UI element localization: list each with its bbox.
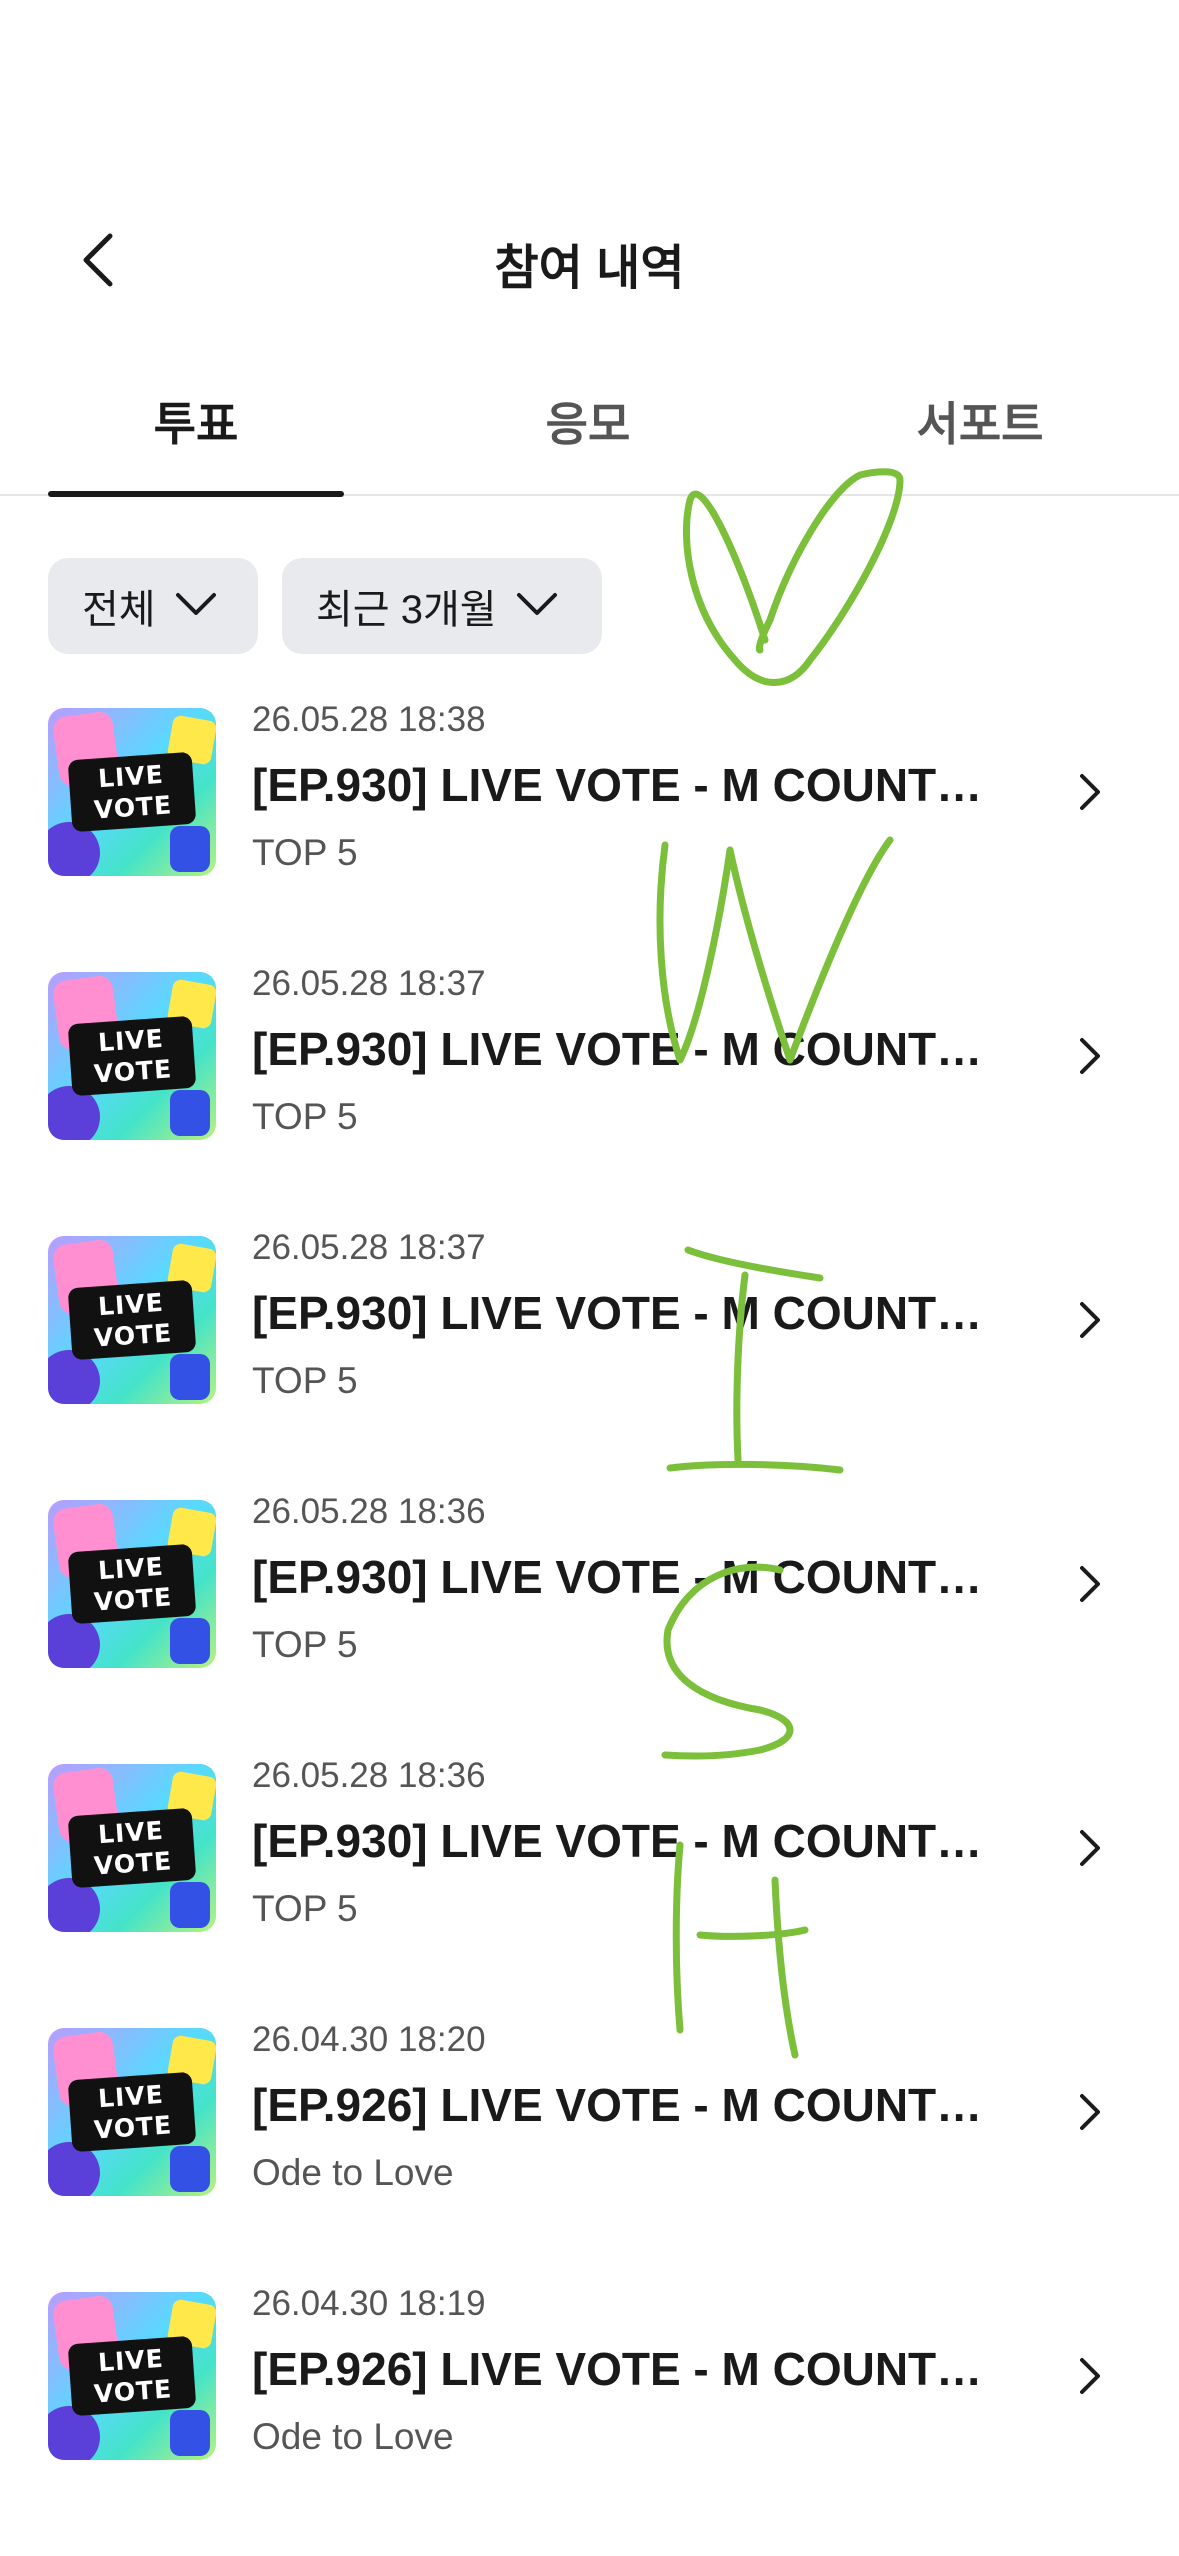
live-vote-thumbnail: LIVE VOTE [48,2028,216,2196]
filter-period-dropdown[interactable]: 최근 3개월 [282,558,602,654]
thumbnail-decoration [170,2410,210,2456]
item-title: [EP.930] LIVE VOTE - M COUNTDOWN [252,1551,1012,1603]
item-title: [EP.930] LIVE VOTE - M COUNTDOWN [252,1023,1012,1075]
item-date: 26.05.28 18:36 [252,1756,486,1795]
item-date: 26.04.30 18:20 [252,2020,486,2059]
filter-period-label: 최근 3개월 [316,588,497,632]
filter-all-label: 전체 [82,588,156,632]
live-vote-badge: LIVE VOTE [67,2335,197,2417]
list-item[interactable]: LIVE VOTE 26.05.28 18:37 [EP.930] LIVE V… [0,964,1179,1204]
tab-vote[interactable]: 투표 [48,388,344,454]
item-subtitle: TOP 5 [252,1888,358,1929]
badge-line-1: LIVE [97,2079,165,2114]
badge-line-1: LIVE [97,1287,165,1322]
chevron-right-icon [1070,768,1110,816]
badge-line-2: VOTE [93,790,174,825]
badge-line-1: LIVE [97,2343,165,2378]
thumbnail-decoration [170,1618,210,1664]
item-subtitle: TOP 5 [252,1360,358,1401]
item-date: 26.05.28 18:37 [252,1228,486,1267]
badge-line-1: LIVE [97,1023,165,1058]
chevron-right-icon [1070,2352,1110,2400]
badge-line-1: LIVE [97,1551,165,1586]
chevron-right-icon [1070,2088,1110,2136]
badge-line-2: VOTE [93,1582,174,1617]
tab-support[interactable]: 서포트 [830,388,1130,454]
live-vote-badge: LIVE VOTE [67,1543,197,1625]
badge-line-2: VOTE [93,2110,174,2145]
live-vote-badge: LIVE VOTE [67,751,197,833]
chevron-right-icon [1070,1296,1110,1344]
badge-line-1: LIVE [97,759,165,794]
thumbnail-decoration [170,826,210,872]
live-vote-badge: LIVE VOTE [67,2071,197,2153]
live-vote-thumbnail: LIVE VOTE [48,1500,216,1668]
item-title: [EP.930] LIVE VOTE - M COUNTDOWN [252,1287,1012,1339]
list-item[interactable]: LIVE VOTE 26.05.28 18:36 [EP.930] LIVE V… [0,1756,1179,1996]
item-subtitle: Ode to Love [252,2152,454,2193]
live-vote-badge: LIVE VOTE [67,1015,197,1097]
live-vote-thumbnail: LIVE VOTE [48,708,216,876]
item-title: [EP.930] LIVE VOTE - M COUNTDOWN [252,759,1012,811]
tab-entry[interactable]: 응모 [440,388,736,454]
thumbnail-decoration [170,1882,210,1928]
chevron-down-icon [174,584,218,629]
live-vote-thumbnail: LIVE VOTE [48,1764,216,1932]
live-vote-badge: LIVE VOTE [67,1807,197,1889]
item-subtitle: TOP 5 [252,1624,358,1665]
item-date: 26.04.30 18:19 [252,2284,486,2323]
list-item[interactable]: LIVE VOTE 26.05.28 18:37 [EP.930] LIVE V… [0,1228,1179,1468]
item-date: 26.05.28 18:38 [252,700,486,739]
item-subtitle: TOP 5 [252,1096,358,1137]
item-subtitle: Ode to Love [252,2416,454,2457]
list-item[interactable]: LIVE VOTE 26.04.30 18:19 [EP.926] LIVE V… [0,2284,1179,2524]
chevron-right-icon [1070,1560,1110,1608]
list-item[interactable]: LIVE VOTE 26.05.28 18:36 [EP.930] LIVE V… [0,1492,1179,1732]
live-vote-thumbnail: LIVE VOTE [48,2292,216,2460]
badge-line-2: VOTE [93,1054,174,1089]
badge-line-2: VOTE [93,2374,174,2409]
live-vote-badge: LIVE VOTE [67,1279,197,1361]
list-item[interactable]: LIVE VOTE 26.04.30 18:20 [EP.926] LIVE V… [0,2020,1179,2260]
thumbnail-decoration [170,1354,210,1400]
tab-bar: 투표 응모 서포트 [0,360,1179,497]
thumbnail-decoration [170,2146,210,2192]
live-vote-thumbnail: LIVE VOTE [48,1236,216,1404]
chevron-right-icon [1070,1032,1110,1080]
page-title: 참여 내역 [494,242,685,295]
header: 참여 내역 [0,200,1179,320]
item-title: [EP.926] LIVE VOTE - M COUNTDOWN [252,2343,1012,2395]
item-title: [EP.930] LIVE VOTE - M COUNTDOWN [252,1815,1012,1867]
item-date: 26.05.28 18:36 [252,1492,486,1531]
active-tab-indicator [48,491,344,497]
chevron-right-icon [1070,1824,1110,1872]
participation-history-screen: 참여 내역 투표 응모 서포트 전체 최근 3개월 LIVE VOTE 26.0… [0,0,1179,2556]
item-title: [EP.926] LIVE VOTE - M COUNTDOWN [252,2079,1012,2131]
thumbnail-decoration [170,1090,210,1136]
badge-line-2: VOTE [93,1318,174,1353]
item-date: 26.05.28 18:37 [252,964,486,1003]
filter-all-dropdown[interactable]: 전체 [48,558,258,654]
badge-line-2: VOTE [93,1846,174,1881]
item-subtitle: TOP 5 [252,832,358,873]
chevron-down-icon [515,584,559,629]
badge-line-1: LIVE [97,1815,165,1850]
live-vote-thumbnail: LIVE VOTE [48,972,216,1140]
list-item[interactable]: LIVE VOTE 26.05.28 18:38 [EP.930] LIVE V… [0,700,1179,940]
